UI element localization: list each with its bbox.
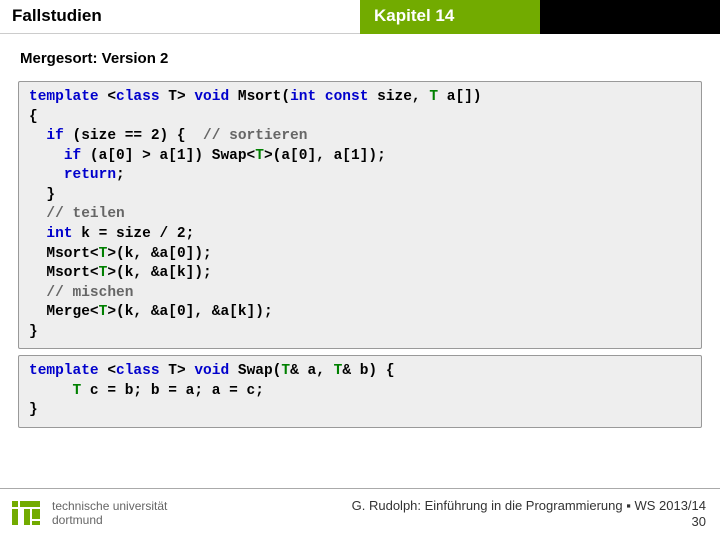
- code-token: template: [29, 89, 99, 105]
- code-token: <: [99, 363, 116, 379]
- code-token: [29, 285, 46, 301]
- code-token: size,: [368, 89, 429, 105]
- code-token: int: [290, 89, 316, 105]
- header-chapter: Kapitel 14: [360, 0, 540, 34]
- code-token: [29, 167, 64, 183]
- footer-credit: G. Rudolph: Einführung in die Programmie…: [352, 498, 706, 529]
- code-token: T: [281, 363, 290, 379]
- university-name: technische universität dortmund: [52, 500, 167, 526]
- code-block-swap: template <class T> void Swap(T& a, T& b)…: [18, 355, 702, 428]
- code-token: void: [194, 89, 229, 105]
- code-token: const: [325, 89, 369, 105]
- code-token: >(k, &a[k]);: [107, 265, 211, 281]
- code-token: Msort<: [29, 265, 99, 281]
- code-token: <: [99, 89, 116, 105]
- code-token: & a,: [290, 363, 334, 379]
- code-token: [29, 148, 64, 164]
- code-token: a[]): [438, 89, 482, 105]
- code-token: c = b; b = a; a = c;: [81, 383, 264, 399]
- credit-line: G. Rudolph: Einführung in die Programmie…: [352, 498, 706, 514]
- code-token: }: [29, 402, 38, 418]
- code-token: [29, 128, 46, 144]
- code-token: int: [46, 226, 72, 242]
- code-token: >(a[0], a[1]);: [264, 148, 386, 164]
- slide-header: Fallstudien Kapitel 14: [0, 0, 720, 34]
- university-logo: technische universität dortmund: [10, 497, 167, 531]
- code-token: T: [73, 383, 82, 399]
- code-comment: // sortieren: [203, 128, 307, 144]
- code-token: & b) {: [342, 363, 394, 379]
- code-token: void: [194, 363, 229, 379]
- header-black-bar: [540, 0, 720, 34]
- code-token: [29, 206, 46, 222]
- code-token: ;: [116, 167, 125, 183]
- code-comment: // mischen: [46, 285, 133, 301]
- code-token: T>: [160, 89, 195, 105]
- code-token: if: [46, 128, 63, 144]
- code-token: [29, 383, 73, 399]
- code-token: >(k, &a[0]);: [107, 246, 211, 262]
- code-token: Swap(: [229, 363, 281, 379]
- code-token: Msort<: [29, 246, 99, 262]
- uni-line2: dortmund: [52, 514, 167, 527]
- code-token: class: [116, 89, 160, 105]
- code-token: Msort(: [229, 89, 290, 105]
- code-token: [316, 89, 325, 105]
- code-token: T: [334, 363, 343, 379]
- page-number: 30: [352, 514, 706, 530]
- code-token: [29, 226, 46, 242]
- uni-line1: technische universität: [52, 500, 167, 513]
- slide-footer: technische universität dortmund G. Rudol…: [0, 488, 720, 540]
- code-comment: // teilen: [46, 206, 124, 222]
- code-token: T: [255, 148, 264, 164]
- code-token: if: [64, 148, 81, 164]
- code-token: class: [116, 363, 160, 379]
- code-token: T: [429, 89, 438, 105]
- code-token: }: [29, 187, 55, 203]
- code-token: template: [29, 363, 99, 379]
- code-token: }: [29, 324, 38, 340]
- code-block-msort: template <class T> void Msort(int const …: [18, 81, 702, 349]
- header-left-title: Fallstudien: [0, 0, 360, 34]
- code-token: >(k, &a[0], &a[k]);: [107, 304, 272, 320]
- slide-subtitle: Mergesort: Version 2: [0, 34, 720, 75]
- code-token: Merge<: [29, 304, 99, 320]
- code-token: return: [64, 167, 116, 183]
- code-token: k = size / 2;: [73, 226, 195, 242]
- code-token: {: [29, 109, 38, 125]
- code-token: T>: [160, 363, 195, 379]
- code-token: (size == 2) {: [64, 128, 203, 144]
- code-token: (a[0] > a[1]) Swap<: [81, 148, 255, 164]
- tu-logo-icon: [10, 497, 44, 531]
